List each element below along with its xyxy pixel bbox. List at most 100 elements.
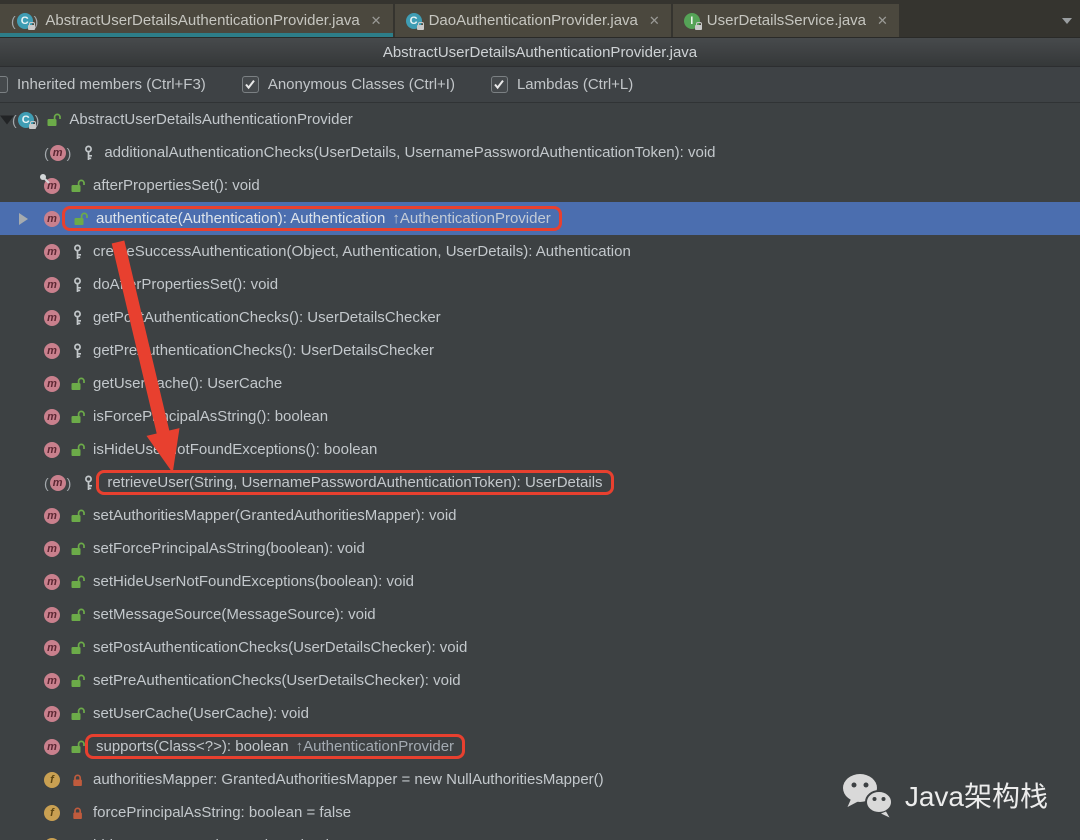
- close-icon[interactable]: ✕: [371, 13, 382, 29]
- member-label: authenticate(Authentication): Authentica…: [96, 210, 386, 227]
- key-protected-icon: [74, 244, 81, 259]
- method-icon: m: [44, 738, 60, 755]
- close-icon[interactable]: ✕: [877, 13, 888, 29]
- member-label: setPreAuthenticationChecks(UserDetailsCh…: [93, 672, 461, 689]
- member-label: setAuthoritiesMapper(GrantedAuthoritiesM…: [93, 507, 457, 524]
- member-label: setHideUserNotFoundExceptions(boolean): …: [93, 573, 415, 590]
- member-row-12[interactable]: m setAuthoritiesMapper(GrantedAuthorities…: [0, 499, 1080, 532]
- open-lock-public-icon: [71, 377, 85, 390]
- member-label: supports(Class<?>): boolean: [96, 738, 289, 755]
- method-icon: m: [44, 639, 60, 656]
- inherited-from-label: ↑AuthenticationProvider: [392, 210, 551, 227]
- open-lock-public-icon: [71, 509, 85, 522]
- checkmark-icon: [245, 79, 256, 90]
- member-row-13[interactable]: m setForcePrincipalAsString(boolean): voi…: [0, 532, 1080, 565]
- member-row-9[interactable]: m isForcePrincipalAsString(): boolean: [0, 400, 1080, 433]
- close-icon[interactable]: ✕: [649, 13, 660, 29]
- editor-tab-1[interactable]: C DaoAuthenticationProvider.java ✕: [394, 4, 671, 37]
- member-row-1[interactable]: m additionalAuthenticationChecks(UserDeta…: [0, 136, 1080, 169]
- lock-badge-icon: [416, 21, 425, 30]
- tab-overflow-dropdown[interactable]: [1054, 4, 1080, 37]
- member-label: additionalAuthenticationChecks(UserDetai…: [104, 144, 716, 161]
- pin-icon: [40, 173, 50, 184]
- watermark-text: Java架构栈: [904, 781, 1048, 812]
- member-row-7[interactable]: m getPreAuthenticationChecks(): UserDetai…: [0, 334, 1080, 367]
- filter-option-0[interactable]: Inherited members (Ctrl+F3): [0, 76, 206, 93]
- member-label: createSuccessAuthentication(Object, Auth…: [93, 243, 631, 260]
- method-icon: m: [44, 672, 60, 689]
- method-icon: m: [44, 408, 60, 425]
- member-row-14[interactable]: m setHideUserNotFoundExceptions(boolean):…: [0, 565, 1080, 598]
- member-label: isForcePrincipalAsString(): boolean: [93, 408, 329, 425]
- abstract-method-icon: m: [44, 474, 71, 491]
- method-icon: m: [44, 573, 60, 590]
- member-label: forcePrincipalAsString: boolean = false: [93, 804, 352, 821]
- editor-tab-2[interactable]: I UserDetailsService.java ✕: [672, 4, 899, 37]
- member-row-6[interactable]: m getPostAuthenticationChecks(): UserDeta…: [0, 301, 1080, 334]
- filter-label: Anonymous Classes (Ctrl+I): [267, 76, 455, 93]
- closed-lock-private-icon: [73, 774, 82, 786]
- expand-arrow-icon[interactable]: [19, 212, 28, 225]
- watermark: Java架构栈: [841, 772, 1048, 818]
- key-protected-icon: [74, 277, 81, 292]
- member-row-5[interactable]: m doAfterPropertiesSet(): void: [0, 268, 1080, 301]
- key-protected-icon: [85, 475, 93, 490]
- member-label: setForcePrincipalAsString(boolean): void: [93, 540, 365, 557]
- member-row-16[interactable]: m setPostAuthenticationChecks(UserDetails…: [0, 631, 1080, 664]
- member-label: setPostAuthenticationChecks(UserDetailsC…: [93, 639, 468, 656]
- member-label: isHideUserNotFoundExceptions(): boolean: [93, 441, 378, 458]
- open-lock-public-icon: [71, 410, 85, 423]
- open-lock-public-icon: [71, 674, 85, 687]
- open-lock-public-icon: [71, 740, 85, 753]
- method-icon: m: [44, 276, 60, 293]
- checkbox[interactable]: [0, 76, 8, 93]
- member-label: setUserCache(UserCache): void: [93, 705, 309, 722]
- member-row-17[interactable]: m setPreAuthenticationChecks(UserDetailsC…: [0, 664, 1080, 697]
- filter-option-2[interactable]: Lambdas (Ctrl+L): [490, 76, 633, 93]
- checkmark-icon: [494, 79, 505, 90]
- member-list: C AbstractUserDetailsAuthenticationProvid…: [0, 103, 1080, 840]
- filter-option-1[interactable]: Anonymous Classes (Ctrl+I): [241, 76, 455, 93]
- class-icon: C: [405, 12, 425, 30]
- member-row-15[interactable]: m setMessageSource(MessageSource): void: [0, 598, 1080, 631]
- member-row-4[interactable]: m createSuccessAuthentication(Object, Aut…: [0, 235, 1080, 268]
- open-lock-public-icon: [71, 575, 85, 588]
- structure-root-row[interactable]: C AbstractUserDetailsAuthenticationProvid…: [0, 103, 1080, 136]
- member-label: getUserCache(): UserCache: [93, 375, 283, 392]
- file-structure-popup-title: AbstractUserDetailsAuthenticationProvide…: [0, 38, 1080, 67]
- member-label: setMessageSource(MessageSource): void: [93, 606, 376, 623]
- member-row-19[interactable]: m supports(Class<?>): boolean ↑Authenticat…: [0, 730, 1080, 763]
- wechat-icon: [842, 774, 893, 818]
- method-icon: m: [40, 173, 60, 194]
- member-row-18[interactable]: m setUserCache(UserCache): void: [0, 697, 1080, 730]
- member-row-2[interactable]: m afterPropertiesSet(): void: [0, 169, 1080, 202]
- member-label: retrieveUser(String, UsernamePasswordAut…: [107, 474, 603, 491]
- member-label: authoritiesMapper: GrantedAuthoritiesMap…: [93, 771, 604, 788]
- method-icon: m: [44, 507, 60, 524]
- method-icon: m: [44, 342, 60, 359]
- member-row-10[interactable]: m isHideUserNotFoundExceptions(): boolean: [0, 433, 1080, 466]
- open-lock-public-icon: [71, 179, 85, 192]
- member-row-22[interactable]: fhideUserNotFoundExceptions: boolean = t…: [0, 829, 1080, 840]
- member-row-11[interactable]: m retrieveUser(String, UsernamePasswordAu…: [0, 466, 1080, 499]
- red-annotation-box: authenticate(Authentication): Authentica…: [62, 206, 562, 231]
- checkbox[interactable]: [241, 76, 259, 93]
- red-annotation-box: supports(Class<?>): boolean ↑Authenticati…: [85, 734, 466, 759]
- editor-tab-0[interactable]: C AbstractUserDetailsAuthenticationProvid…: [0, 4, 393, 37]
- lock-badge-icon: [27, 21, 36, 30]
- method-icon: m: [44, 540, 60, 557]
- checkbox[interactable]: [490, 76, 508, 93]
- member-row-8[interactable]: m getUserCache(): UserCache: [0, 367, 1080, 400]
- field-icon: f: [44, 771, 60, 788]
- structure-filter-bar: Inherited members (Ctrl+F3) Anonymous Cla…: [0, 67, 1080, 103]
- member-label: getPostAuthenticationChecks(): UserDetai…: [93, 309, 441, 326]
- editor-tab-bar: C AbstractUserDetailsAuthenticationProvid…: [0, 0, 1080, 38]
- member-row-3[interactable]: m authenticate(Authentication): Authentic…: [0, 202, 1080, 235]
- method-icon: m: [44, 705, 60, 722]
- member-label: afterPropertiesSet(): void: [93, 177, 260, 194]
- open-lock-public-icon: [74, 212, 88, 225]
- member-label: AbstractUserDetailsAuthenticationProvide…: [69, 111, 353, 128]
- method-icon: m: [44, 309, 60, 326]
- member-label: getPreAuthenticationChecks(): UserDetail…: [93, 342, 434, 359]
- abstract-class-icon: C: [12, 111, 39, 129]
